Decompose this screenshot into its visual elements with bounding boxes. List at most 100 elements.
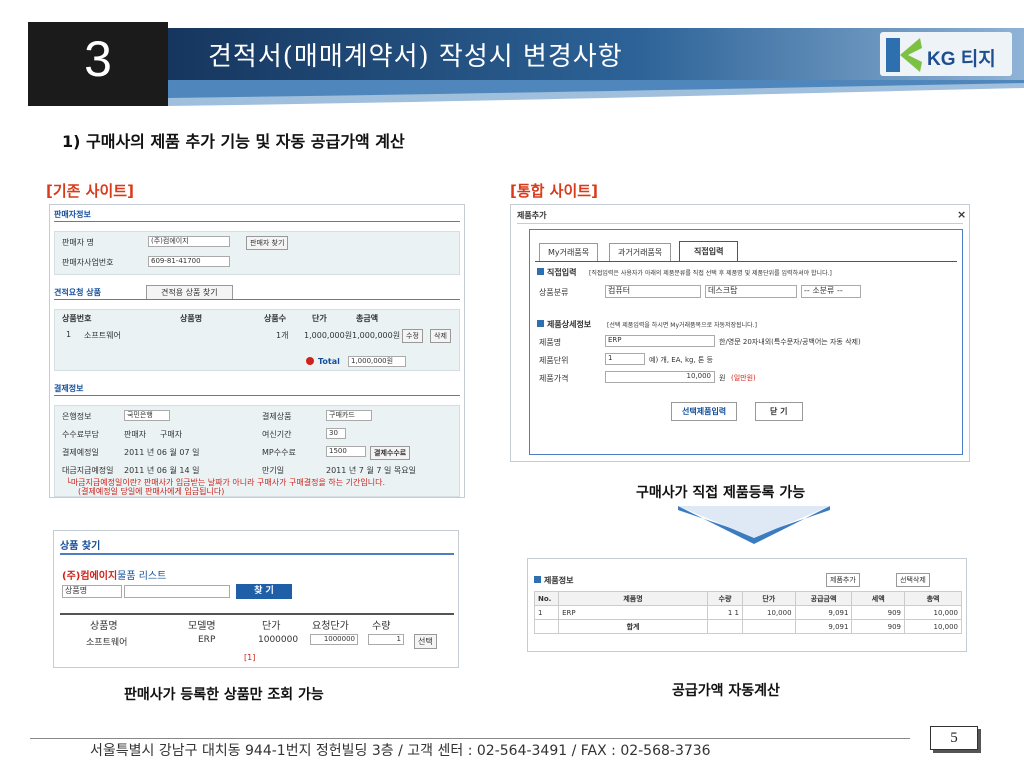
seller-search-button[interactable]: 판매자 찾기 (246, 236, 289, 250)
quote-delete-button[interactable]: 삭제 (430, 329, 451, 343)
credit-period-field[interactable]: 30 (326, 428, 346, 439)
add-product-button[interactable]: 제품추가 (826, 573, 860, 587)
divider (54, 299, 460, 300)
quote-row-total: 1,000,000원 (352, 331, 401, 340)
search-button[interactable]: 찾 기 (236, 584, 292, 599)
product-search-panel: 상품 찾기 (주)컴에이지물품 리스트 상품명 찾 기 상품명 모델명 단가 요… (53, 530, 459, 668)
seller-name-label: 판매자 명 (62, 238, 94, 247)
kg-logo-icon (886, 38, 922, 72)
payment-section-title: 결제정보 (54, 384, 84, 393)
seller-name-field[interactable]: (주)컴에이지 (148, 236, 230, 247)
search-col-name: 상품명 (90, 621, 118, 632)
quote-row-qty: 1개 (276, 331, 289, 340)
fee-calc-button[interactable]: 결제수수료 (370, 446, 411, 460)
sum-empty (533, 619, 560, 634)
arrow-down-icon (678, 506, 830, 544)
detail-title: 제품상세정보 (547, 320, 592, 329)
product-info-title: 제품정보 (544, 576, 574, 585)
pagination[interactable]: [1] (244, 653, 255, 662)
header-swoosh (168, 80, 1024, 106)
legacy-caption: 판매사가 등록한 상품만 조회 가능 (124, 687, 324, 703)
sum-row: 합계 9,091 909 10,000 (533, 619, 962, 634)
unit-field[interactable]: 1 (605, 353, 645, 365)
col-total: 총액 (904, 591, 962, 606)
sum-total: 10,000 (904, 619, 962, 634)
category-select-2[interactable]: 데스크탑 (705, 285, 797, 298)
footer-divider (30, 738, 910, 739)
sum-tax: 909 (851, 619, 906, 634)
name-field[interactable]: ERP (605, 335, 715, 347)
quote-edit-button[interactable]: 수정 (402, 329, 423, 343)
search-col-price: 단가 (262, 621, 281, 632)
mp-fee-field[interactable]: 1500 (326, 446, 366, 457)
tab-direct-input[interactable]: 직접입력 (679, 241, 739, 262)
table-row[interactable]: 1 ERP 1 1 10,000 9,091 909 10,000 (533, 605, 962, 620)
total-icon (306, 357, 314, 365)
pay-date-label: 결제예정일 (62, 448, 99, 457)
submit-product-button[interactable]: 선택제품입력 (671, 402, 738, 421)
search-col-qty: 수량 (372, 621, 391, 632)
search-row-name: 소프트웨어 (86, 638, 128, 648)
quote-search-button[interactable]: 견적용 상품 찾기 (146, 285, 233, 300)
auto-calc-caption: 공급가액 자동계산 (672, 683, 780, 699)
footer-address: 서울특별시 강남구 대치동 944-1번지 정헌빌딩 3층 / 고객 센터 : … (90, 743, 711, 759)
search-input[interactable] (124, 585, 230, 598)
quote-col-price: 단가 (312, 314, 327, 323)
search-field-select[interactable]: 상품명 (62, 585, 122, 598)
quote-col-qty: 상품수 (264, 314, 287, 323)
bank-label: 은행정보 (62, 412, 92, 421)
search-row-price: 1000000 (258, 635, 299, 645)
bullet-icon (537, 320, 544, 327)
category-select-1[interactable]: 컴퓨터 (605, 285, 701, 298)
row-qty[interactable]: 1 1 (706, 605, 744, 620)
price-korean: (일만원) (731, 374, 756, 382)
product-info-panel: 제품정보 제품추가 선택삭제 No. 제품명 수량 단가 공급금액 세액 총액 … (527, 558, 967, 652)
sum-empty (706, 619, 744, 634)
close-icon[interactable]: × (957, 208, 966, 221)
unit-label: 제품단위 (539, 356, 569, 365)
search-col-req-price: 요청단가 (312, 621, 349, 632)
delete-selected-button[interactable]: 선택삭제 (896, 573, 930, 587)
fee-radio-seller[interactable]: 판매자 (124, 429, 146, 440)
integrated-site-label: [통합 사이트] (510, 182, 598, 200)
page-number: 5 (930, 726, 978, 750)
tab-my-items[interactable]: My거래품목 (539, 243, 599, 262)
price-field[interactable]: 10,000 (605, 371, 715, 383)
integrated-caption: 구매사가 직접 제품등록 가능 (636, 485, 806, 501)
legacy-order-panel: 판매자정보 판매자 명 (주)컴에이지 판매자 찾기 판매자사업번호 609-8… (49, 204, 465, 498)
quote-row-name: 소프트웨어 (84, 331, 121, 340)
row-price[interactable]: 10,000 (742, 605, 796, 620)
bank-select[interactable]: 국민은행 (124, 410, 170, 421)
bullet-icon (537, 268, 544, 275)
sum-supply: 9,091 (794, 619, 853, 634)
tab-past-items[interactable]: 과거거래품목 (609, 243, 672, 262)
category-select-3[interactable]: -- 소분류 -- (801, 285, 861, 298)
divider (54, 395, 460, 396)
mid-date-label: 대금지급예정일 (62, 466, 114, 475)
qty-field[interactable]: 1 (368, 634, 404, 645)
col-no: No. (533, 591, 560, 606)
col-price: 단가 (742, 591, 796, 606)
dialog-title: 제품추가 (517, 211, 547, 220)
product-list-company: (주)컴에이지 (62, 571, 118, 582)
biz-no-field[interactable]: 609-81-41700 (148, 256, 230, 267)
credit-period-label: 여신기간 (262, 430, 292, 439)
select-button[interactable]: 선택 (414, 634, 437, 649)
sum-empty (742, 619, 796, 634)
req-price-field[interactable]: 1000000 (310, 634, 358, 645)
pay-date-value[interactable]: 2011 년 06 월 07 일 (124, 447, 200, 458)
quote-row-price: 1,000,000원 (304, 331, 353, 340)
close-dialog-button[interactable]: 닫 기 (755, 402, 803, 421)
price-label: 제품가격 (539, 374, 569, 383)
quote-col-name: 상품명 (180, 314, 203, 323)
section-number: 3 (84, 31, 112, 87)
fee-radio-buyer[interactable]: 구매자 (160, 429, 182, 440)
settle-product-select[interactable]: 구매카드 (326, 410, 372, 421)
due-value: 2011 년 7 월 7 일 목요일 (326, 466, 416, 475)
col-qty: 수량 (706, 591, 744, 606)
mid-date-value[interactable]: 2011 년 06 월 14 일 (124, 465, 200, 476)
bullet-icon (534, 576, 541, 583)
row-name[interactable]: ERP (558, 605, 708, 620)
unit-hint: 예) 개, EA, kg, 톤 등 (649, 356, 714, 364)
product-info-table: No. 제품명 수량 단가 공급금액 세액 총액 1 ERP 1 1 10,00… (533, 591, 962, 634)
